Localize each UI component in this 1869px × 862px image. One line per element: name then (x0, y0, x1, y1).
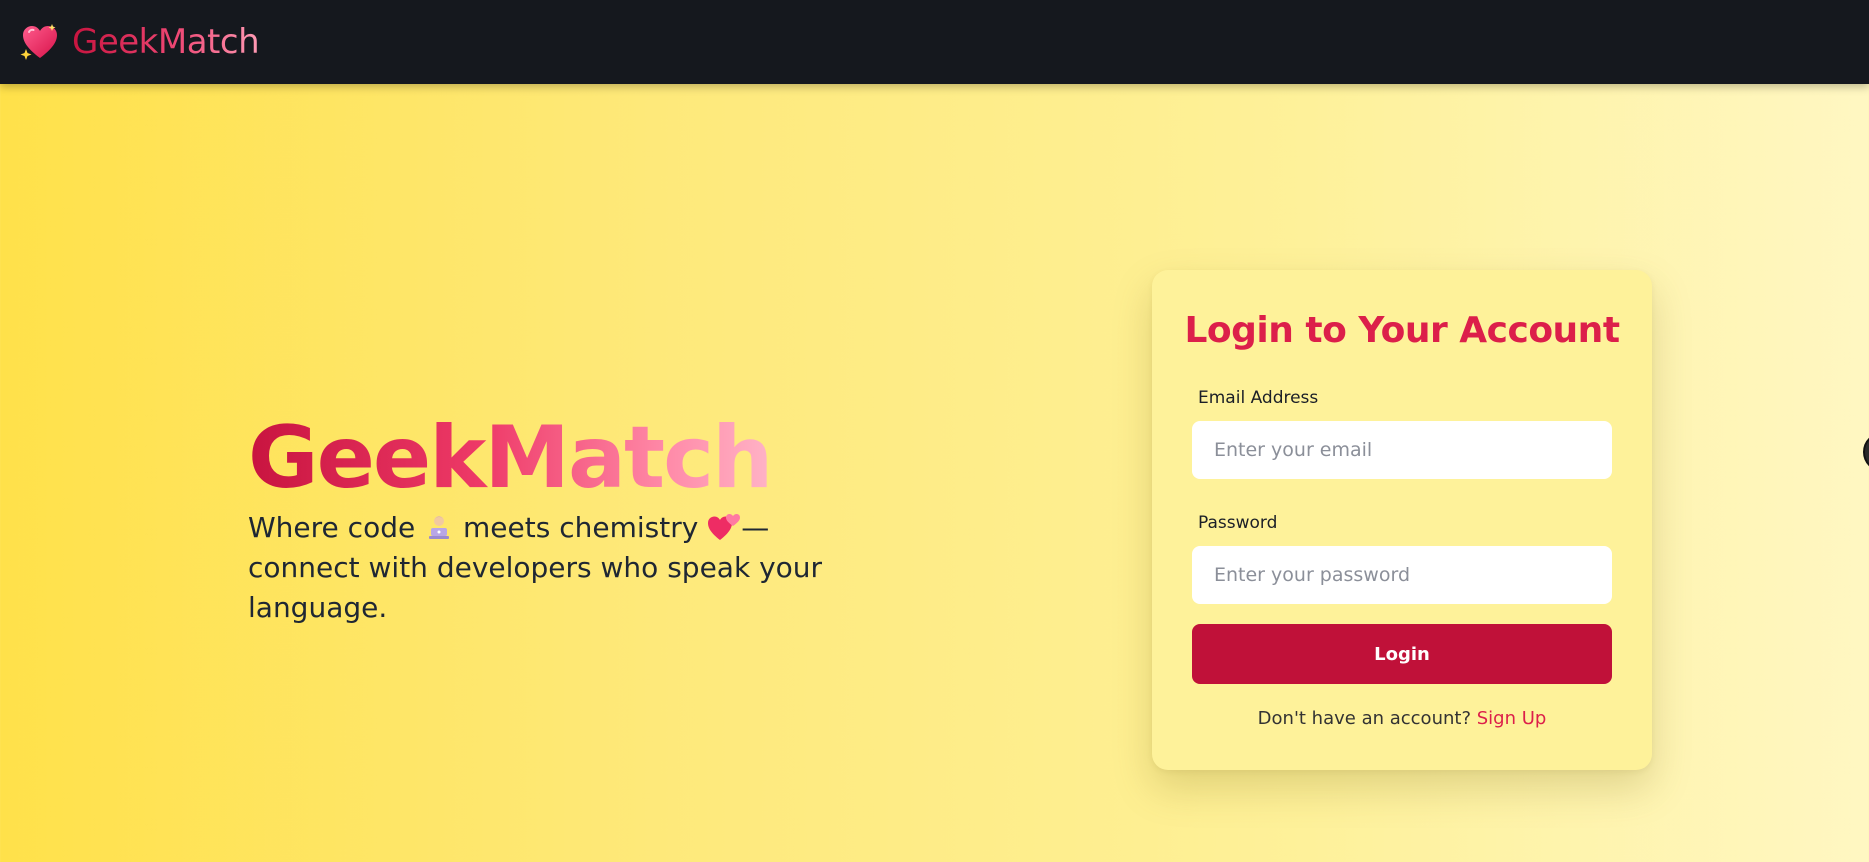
top-navbar: GeekMatch (0, 0, 1869, 84)
tagline-text-part2: meets chemistry (463, 511, 699, 544)
password-field[interactable] (1192, 546, 1612, 604)
login-title: Login to Your Account (1184, 310, 1620, 351)
hero-title: GeekMatch (248, 408, 773, 508)
tagline-text-part1: Where code (248, 511, 416, 544)
hero-section: GeekMatch Where code meets chemistry — c… (248, 410, 868, 628)
two-hearts-icon (708, 514, 741, 540)
login-button[interactable]: Login (1192, 624, 1612, 684)
sparkling-heart-icon (20, 24, 57, 60)
email-field[interactable] (1192, 421, 1612, 479)
signup-prompt-text: Don't have an account? (1257, 708, 1471, 729)
password-label: Password (1198, 513, 1278, 533)
brand-home-link[interactable]: GeekMatch (20, 22, 260, 62)
login-card: Login to Your Account Email Address Pass… (1152, 270, 1652, 770)
hero-tagline: Where code meets chemistry — connect wit… (248, 508, 838, 628)
brand-name: GeekMatch (72, 22, 260, 62)
signup-link[interactable]: Sign Up (1477, 708, 1547, 729)
email-label: Email Address (1198, 388, 1319, 408)
technologist-icon (429, 516, 450, 539)
floating-action-button[interactable] (1863, 432, 1869, 472)
signup-prompt-row: Don't have an account? Sign Up (1152, 708, 1652, 729)
